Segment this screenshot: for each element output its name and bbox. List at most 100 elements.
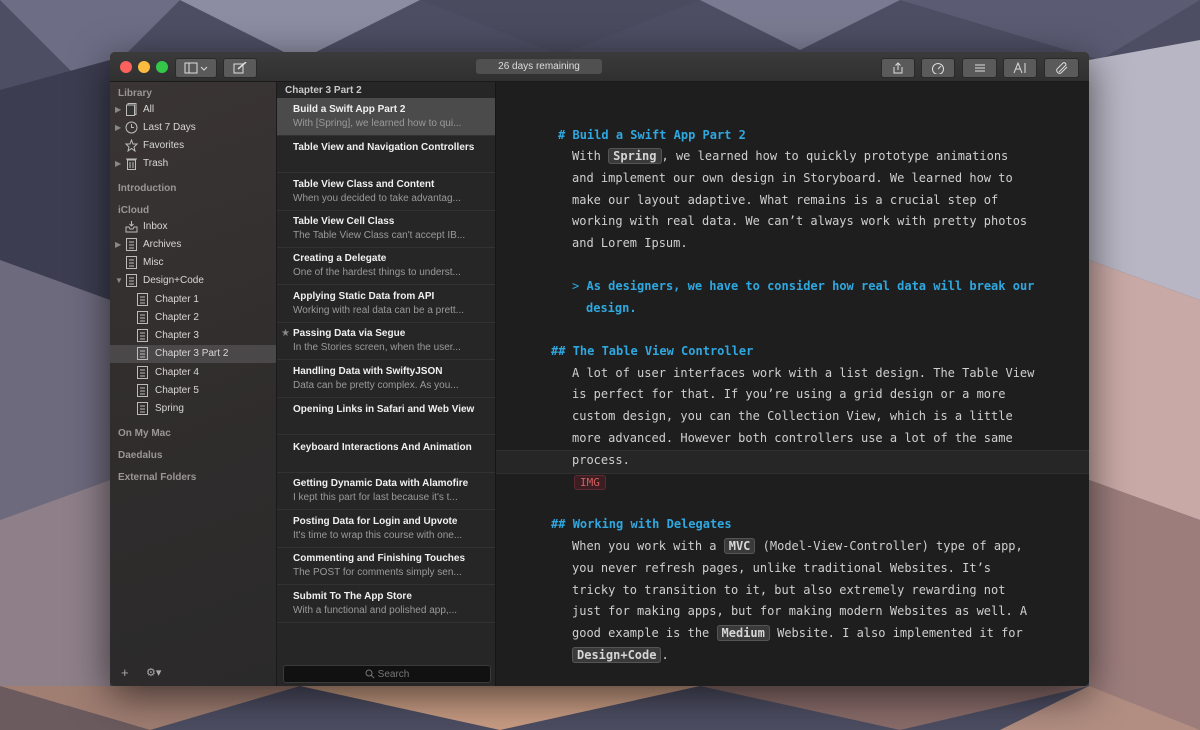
share-button[interactable] [881,58,915,78]
gauge-icon [932,63,944,74]
document-icon [137,329,148,342]
search-field[interactable]: Search [283,665,491,683]
sidebar-item-inbox[interactable]: Inbox [110,218,276,236]
compose-button[interactable] [223,58,257,78]
sidebar-item-trash[interactable]: ▶ Trash [110,155,276,173]
note-list-item[interactable]: Opening Links in Safari and Web View [277,397,495,435]
gear-icon[interactable]: ⚙▾ [146,666,161,679]
attachments-button[interactable] [1044,58,1079,78]
note-preview: With [Spring], we learned how to qui... [293,118,462,129]
add-button[interactable]: + [121,665,129,680]
statistics-button[interactable] [921,58,955,78]
sidebar-item-chapter-4[interactable]: Chapter 4 [110,364,276,382]
sidebar-item-chapter-2[interactable]: Chapter 2 [110,309,276,327]
zoom-window-button[interactable] [156,61,168,73]
editor-line: make our layout adaptive. What remains i… [572,193,999,207]
sidebar-item-favorites[interactable]: Favorites [110,137,276,155]
editor-line: When you work with a MVC (Model-View-Con… [572,538,1023,554]
markdown-editor[interactable]: # Build a Swift App Part 2 With Spring, … [496,82,1089,686]
sidebar-item-chapter-1[interactable]: Chapter 1 [110,291,276,309]
note-list-item[interactable]: Table View Cell Class The Table View Clas… [277,210,495,248]
inline-code: Design+Code [572,647,662,663]
sidebar-section-external-folders[interactable]: External Folders [118,472,196,483]
sidebar-toggle-button[interactable] [175,58,217,78]
editor-line: custom design, you can the Collection Vi… [572,409,1013,423]
note-title: Submit To The App Store [293,591,412,602]
search-icon [365,669,375,679]
note-list-item[interactable]: Handling Data with SwiftyJSON Data can be… [277,360,495,398]
sidebar-item-label: Chapter 2 [155,312,199,323]
sidebar-item-chapter-3[interactable]: Chapter 3 [110,327,276,345]
document-icon [137,311,148,324]
image-tag[interactable]: IMG [574,475,606,490]
note-title: Table View Class and Content [293,179,435,190]
editor-line: tricky to transition to it, but also ext… [572,583,1006,597]
sidebar-item-label: Chapter 5 [155,385,199,396]
minimize-window-button[interactable] [138,61,150,73]
disclosure-icon[interactable]: ▶ [115,240,121,249]
note-list-item[interactable]: Table View Class and Content When you dec… [277,173,495,211]
note-list-item[interactable]: Keyboard Interactions And Animation [277,435,495,473]
sidebar-item-design-code[interactable]: ▼ Design+Code [110,272,276,290]
editor-line: you never refresh pages, unlike traditio… [572,561,992,575]
note-title: Posting Data for Login and Upvote [293,516,458,527]
inline-code: Medium [716,625,770,641]
editor-line: and Lorem Ipsum. [572,236,688,250]
sidebar-item-label: Chapter 3 [155,330,199,341]
editor-line: Design+Code. [572,647,669,663]
note-list-item[interactable]: Posting Data for Login and Upvote It's ti… [277,510,495,548]
sidebar-section-icloud: iCloud [118,205,150,216]
note-title: Table View Cell Class [293,216,395,227]
sidebar-item-chapter-3-part-2[interactable]: Chapter 3 Part 2 [110,345,276,363]
note-preview: In the Stories screen, when the user... [293,342,461,353]
sidebar-section-daedalus[interactable]: Daedalus [118,450,162,461]
disclosure-expanded-icon[interactable]: ▼ [115,276,123,285]
app-window: 26 days remaining Library ▶ All ▶ Last 7… [110,52,1089,686]
editor-line: With Spring, we learned how to quickly p… [572,148,1009,164]
sidebar-item-all[interactable]: ▶ All [110,101,276,119]
sidebar-item-misc[interactable]: Misc [110,254,276,272]
disclosure-icon[interactable]: ▶ [115,159,121,168]
editor-line: process. [572,453,630,467]
note-title: Passing Data via Segue [293,328,406,339]
editor-line: working with real data. We can’t always … [572,214,1028,228]
note-list-item[interactable]: Getting Dynamic Data with Alamofire I kep… [277,472,495,510]
inline-code: Spring [608,148,662,164]
disclosure-icon[interactable]: ▶ [115,105,121,114]
blockquote: > As designers, we have to consider how … [572,279,1035,293]
sidebar-item-label: Archives [143,239,182,250]
note-list-item[interactable]: Table View and Navigation Controllers [277,135,495,173]
sidebar-item-label: Last 7 Days [143,122,196,133]
sidebar-item-label: All [143,104,155,115]
disclosure-icon[interactable]: ▶ [115,123,121,132]
note-preview: The POST for comments simply sen... [293,567,462,578]
document-icon [137,402,148,415]
sidebar-item-spring[interactable]: Spring [110,400,276,418]
sidebar-section-introduction[interactable]: Introduction [118,183,176,194]
sidebar-item-chapter-5[interactable]: Chapter 5 [110,382,276,400]
note-list-item[interactable]: ★ Passing Data via Segue In the Stories sc… [277,322,495,360]
heading-1: # Build a Swift App Part 2 [558,128,746,142]
editor-line: and implement our own design in Storyboa… [572,171,1013,185]
close-window-button[interactable] [120,61,132,73]
note-list-item[interactable]: Build a Swift App Part 2 With [Spring], w… [277,98,495,136]
sidebar-item-archives[interactable]: ▶ Archives [110,236,276,254]
note-list-item[interactable]: Creating a Delegate One of the hardest th… [277,247,495,285]
note-list-item[interactable]: Submit To The App Store With a functional… [277,585,495,623]
heading-2: ## The Table View Controller [551,344,754,358]
sidebar-item-label: Chapter 1 [155,294,199,305]
sidebar-item-label: Trash [143,158,169,169]
note-list-item[interactable]: Applying Static Data from API Working wit… [277,285,495,323]
inbox-icon [125,221,138,233]
sidebar-section-on-my-mac[interactable]: On My Mac [118,428,171,439]
note-list-title: Chapter 3 Part 2 [285,85,362,96]
note-preview: It's time to wrap this course with one..… [293,530,463,541]
sidebar-item-last-7-days[interactable]: ▶ Last 7 Days [110,119,276,137]
outline-button[interactable] [962,58,997,78]
editor-line: more advanced. However both controllers … [572,431,1013,445]
blockquote-line: design. [586,301,637,315]
trash-icon [126,158,137,170]
typography-button[interactable] [1003,58,1037,78]
notes-stack-icon [126,103,137,116]
note-list-item[interactable]: Commenting and Finishing Touches The POST… [277,547,495,585]
